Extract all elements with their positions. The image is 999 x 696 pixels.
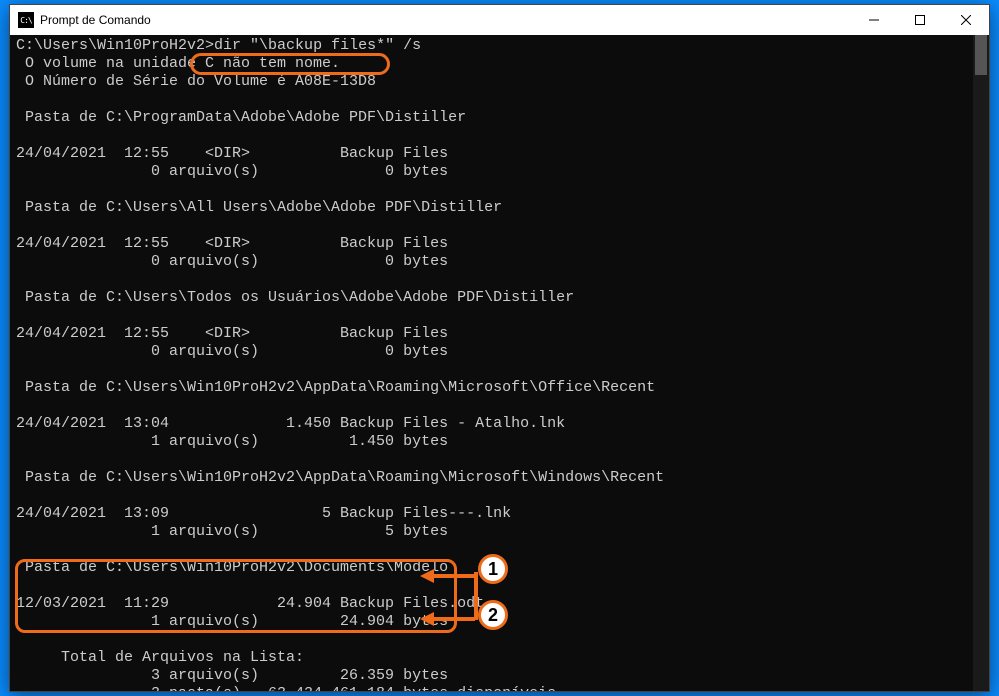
output-entry: 0 arquivo(s) 0 bytes xyxy=(16,163,448,180)
output-total: 3 pasta(s) 63.434.461.184 bytes disponív… xyxy=(16,685,556,691)
prompt-line: C:\Users\Win10ProH2v2>dir "\backup files… xyxy=(16,37,421,54)
window-title: Prompt de Comando xyxy=(40,13,851,27)
output-line: O Número de Série do Volume é A08E-13D8 xyxy=(16,73,376,90)
output-folder: Pasta de C:\Users\Todos os Usuários\Adob… xyxy=(16,289,574,306)
terminal-scrollbar[interactable] xyxy=(973,35,989,691)
output-entry: 12/03/2021 11:29 24.904 Backup Files.odt xyxy=(16,595,484,612)
scrollbar-thumb[interactable] xyxy=(975,35,987,75)
output-folder: Pasta de C:\ProgramData\Adobe\Adobe PDF\… xyxy=(16,109,466,126)
command-prompt-window: C:\ Prompt de Comando C:\Users\Win10ProH… xyxy=(9,4,990,692)
prompt-command: dir "\backup files*" /s xyxy=(214,37,421,54)
output-folder: Pasta de C:\Users\All Users\Adobe\Adobe … xyxy=(16,199,502,216)
output-entry: 24/04/2021 12:55 <DIR> Backup Files xyxy=(16,145,448,162)
output-entry: 24/04/2021 13:09 5 Backup Files---.lnk xyxy=(16,505,511,522)
output-entry: 1 arquivo(s) 1.450 bytes xyxy=(16,433,448,450)
prompt-prefix: C:\Users\Win10ProH2v2> xyxy=(16,37,214,54)
output-folder: Pasta de C:\Users\Win10ProH2v2\AppData\R… xyxy=(16,379,655,396)
maximize-button[interactable] xyxy=(897,5,943,35)
window-titlebar[interactable]: C:\ Prompt de Comando xyxy=(10,5,989,35)
close-button[interactable] xyxy=(943,5,989,35)
output-line: O volume na unidade C não tem nome. xyxy=(16,55,340,72)
output-entry: 1 arquivo(s) 24.904 bytes xyxy=(16,613,448,630)
output-entry: 24/04/2021 12:55 <DIR> Backup Files xyxy=(16,235,448,252)
output-folder: Pasta de C:\Users\Win10ProH2v2\Documents… xyxy=(16,559,448,576)
output-total: 3 arquivo(s) 26.359 bytes xyxy=(16,667,448,684)
output-folder: Pasta de C:\Users\Win10ProH2v2\AppData\R… xyxy=(16,469,664,486)
cmd-icon-text: C:\ xyxy=(20,16,31,25)
close-icon xyxy=(961,15,971,25)
window-controls xyxy=(851,5,989,35)
output-entry: 1 arquivo(s) 5 bytes xyxy=(16,523,448,540)
maximize-icon xyxy=(915,15,925,25)
output-total: Total de Arquivos na Lista: xyxy=(16,649,304,666)
cmd-icon: C:\ xyxy=(18,12,34,28)
output-entry: 0 arquivo(s) 0 bytes xyxy=(16,343,448,360)
terminal-output[interactable]: C:\Users\Win10ProH2v2>dir "\backup files… xyxy=(10,35,989,691)
minimize-icon xyxy=(869,15,879,25)
output-entry: 24/04/2021 13:04 1.450 Backup Files - At… xyxy=(16,415,565,432)
output-entry: 24/04/2021 12:55 <DIR> Backup Files xyxy=(16,325,448,342)
output-entry: 0 arquivo(s) 0 bytes xyxy=(16,253,448,270)
minimize-button[interactable] xyxy=(851,5,897,35)
